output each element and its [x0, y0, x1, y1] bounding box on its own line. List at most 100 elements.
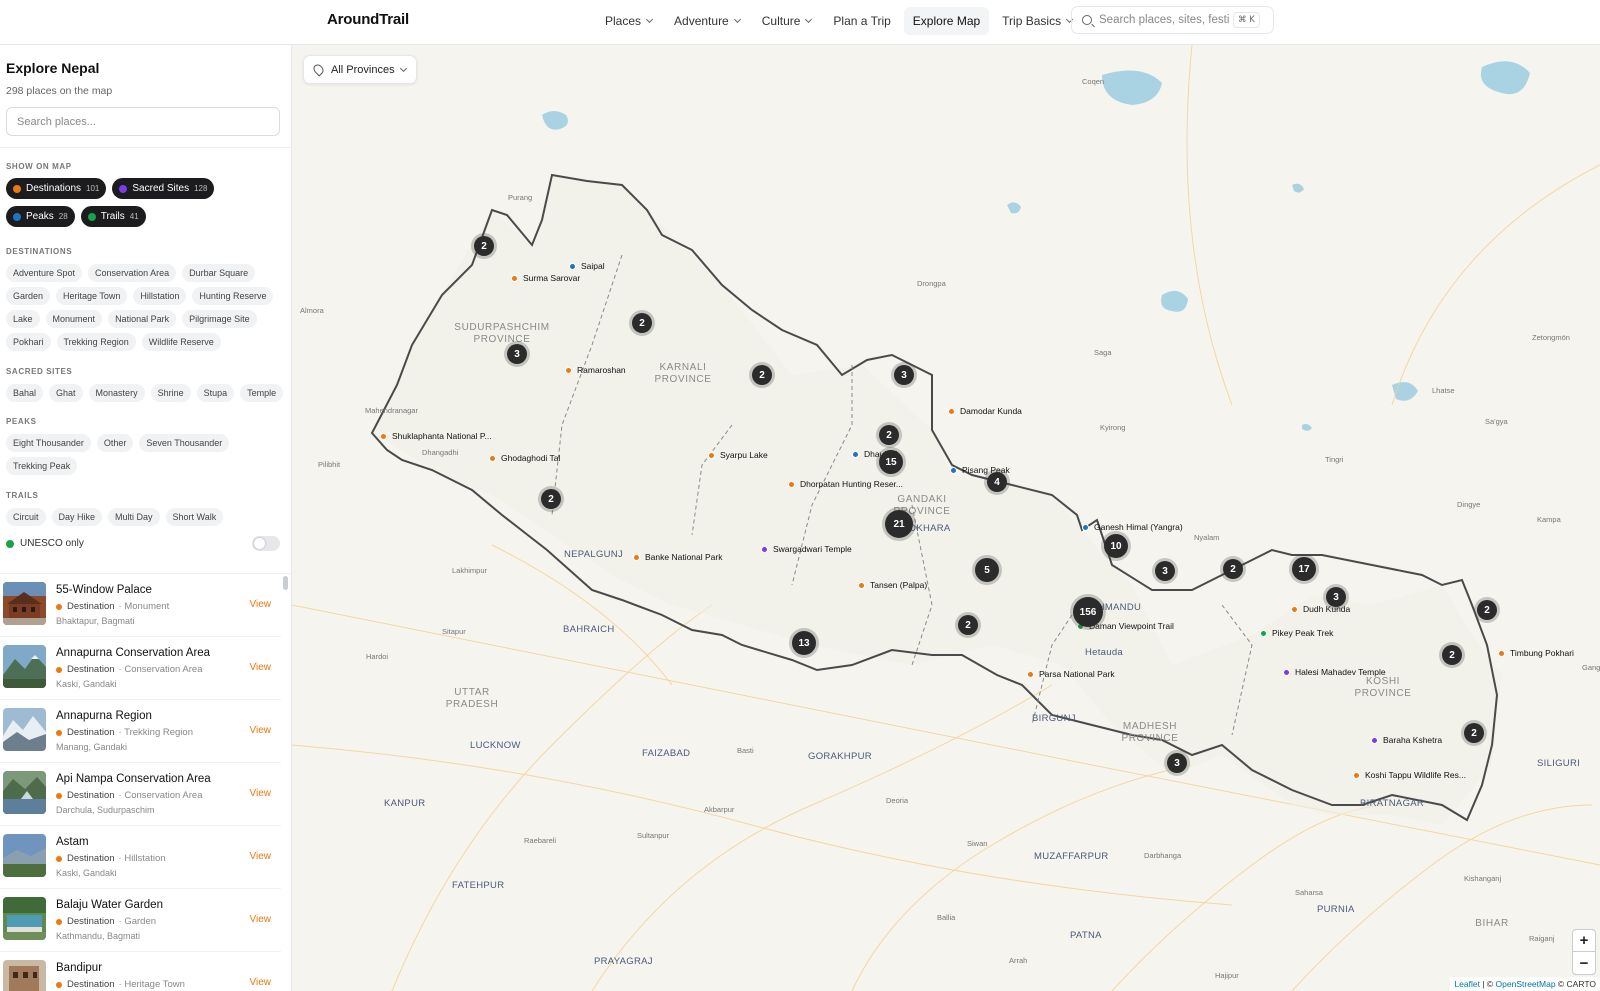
scrollbar-thumb[interactable] — [283, 576, 288, 590]
filter-chip[interactable]: Conservation Area — [88, 264, 177, 282]
map-cluster-marker[interactable]: 2 — [752, 365, 772, 385]
map-cluster-marker[interactable]: 13 — [792, 631, 816, 655]
layer-sacred-sites[interactable]: Sacred Sites 128 — [112, 178, 215, 199]
brand-logo[interactable]: AroundTrail — [327, 11, 409, 28]
layer-destinations[interactable]: Destinations 101 — [6, 178, 107, 199]
filter-chip[interactable]: Eight Thousander — [6, 434, 91, 452]
map-poi-marker[interactable]: Dudh Kunda — [1291, 604, 1350, 614]
filter-chip[interactable]: Hillstation — [133, 287, 187, 305]
map-poi-marker[interactable]: Koshi Tappu Wildlife Res... — [1353, 770, 1466, 780]
province-select[interactable]: All Provinces — [303, 55, 417, 84]
map-cluster-marker[interactable]: 21 — [885, 510, 913, 538]
list-item[interactable]: Annapurna Region Destination · Trekking R… — [0, 700, 281, 763]
map-poi-marker[interactable]: Syarpu Lake — [708, 450, 768, 460]
nav-trip-basics[interactable]: Trip Basics — [993, 7, 1081, 35]
filter-chip[interactable]: Wildlife Reserve — [141, 333, 221, 351]
unesco-toggle[interactable] — [252, 536, 280, 551]
list-item[interactable]: 55-Window Palace Destination · Monument B… — [0, 574, 281, 637]
view-link[interactable]: View — [250, 851, 272, 862]
map-cluster-marker[interactable]: 3 — [894, 365, 914, 385]
view-link[interactable]: View — [250, 662, 272, 673]
filter-chip[interactable]: Heritage Town — [56, 287, 128, 305]
map-poi-marker[interactable]: Saipal — [569, 261, 605, 271]
map-cluster-marker[interactable]: 3 — [507, 344, 527, 364]
map-cluster-marker[interactable]: 5 — [975, 558, 999, 582]
map-poi-marker[interactable]: Tansen (Palpa) — [858, 580, 927, 590]
filter-chip[interactable]: Multi Day — [108, 508, 160, 526]
map-cluster-marker[interactable]: 17 — [1292, 557, 1316, 581]
map-poi-marker[interactable]: Dhorpatan Hunting Reser... — [788, 479, 903, 489]
map-poi-marker[interactable]: Parsa National Park — [1027, 669, 1115, 679]
filter-chip[interactable]: Monument — [45, 310, 103, 328]
map-cluster-marker[interactable]: 4 — [987, 472, 1007, 492]
map-cluster-marker[interactable]: 3 — [1155, 561, 1175, 581]
places-search-input[interactable] — [6, 107, 280, 136]
map-poi-marker[interactable]: Pikey Peak Trek — [1260, 628, 1333, 638]
filter-chip[interactable]: Trekking Region — [56, 333, 136, 351]
map-poi-marker[interactable]: Swargadwari Temple — [761, 544, 852, 554]
filter-chip[interactable]: Shrine — [150, 384, 191, 402]
list-item[interactable]: Api Nampa Conservation Area Destination ·… — [0, 763, 281, 826]
zoom-out-button[interactable]: − — [1573, 952, 1595, 974]
nav-explore-map[interactable]: Explore Map — [903, 7, 990, 35]
map-cluster-marker[interactable]: 2 — [632, 313, 652, 333]
view-link[interactable]: View — [250, 977, 272, 988]
layer-trails[interactable]: Trails 41 — [80, 206, 146, 227]
map-poi-marker[interactable]: Shuklaphanta National P... — [380, 431, 492, 441]
map-poi-marker[interactable]: Ghodaghodi Tal — [489, 453, 560, 463]
filter-chip[interactable]: Durbar Square — [182, 264, 256, 282]
nav-places[interactable]: Places — [596, 7, 661, 35]
layer-peaks[interactable]: Peaks 28 — [6, 206, 75, 227]
nav-culture[interactable]: Culture — [753, 7, 821, 35]
leaflet-link[interactable]: Leaflet — [1454, 979, 1480, 989]
map-cluster-marker[interactable]: 2 — [879, 425, 899, 445]
filter-chip[interactable]: Other — [96, 434, 134, 452]
filter-chip[interactable]: Short Walk — [165, 508, 224, 526]
filter-chip[interactable]: Garden — [6, 287, 51, 305]
map-cluster-marker[interactable]: 3 — [1167, 753, 1187, 773]
map-poi-marker[interactable]: Ramaroshan — [565, 365, 626, 375]
filter-chip[interactable]: National Park — [108, 310, 177, 328]
filter-chip[interactable]: Hunting Reserve — [192, 287, 274, 305]
map-poi-marker[interactable]: Baraha Kshetra — [1371, 735, 1442, 745]
filter-chip[interactable]: Monastery — [88, 384, 145, 402]
list-item[interactable]: Balaju Water Garden Destination · Garden … — [0, 889, 281, 952]
filter-chip[interactable]: Seven Thousander — [139, 434, 230, 452]
map-poi-marker[interactable]: Timbung Pokhari — [1498, 648, 1574, 658]
map-canvas[interactable]: All Provinces Purang Coqen Drongpa Saga … — [292, 45, 1600, 991]
filter-chip[interactable]: Bahal — [6, 384, 44, 402]
zoom-in-button[interactable]: + — [1573, 930, 1595, 952]
map-poi-marker[interactable]: Banke National Park — [633, 552, 723, 562]
map-cluster-marker[interactable]: 15 — [879, 450, 903, 474]
filter-chip[interactable]: Stupa — [196, 384, 235, 402]
map-cluster-marker[interactable]: 2 — [1442, 645, 1462, 665]
filter-chip[interactable]: Temple — [240, 384, 284, 402]
map-cluster-marker[interactable]: 2 — [1223, 559, 1243, 579]
filter-chip[interactable]: Day Hike — [51, 508, 103, 526]
view-link[interactable]: View — [250, 599, 272, 610]
map-poi-marker[interactable]: Damodar Kunda — [948, 406, 1022, 416]
map-poi-marker[interactable]: Halesi Mahadev Temple — [1283, 667, 1386, 677]
filter-chip[interactable]: Ghat — [49, 384, 83, 402]
osm-link[interactable]: OpenStreetMap — [1496, 979, 1556, 989]
filter-chip[interactable]: Trekking Peak — [6, 457, 78, 475]
view-link[interactable]: View — [250, 788, 272, 799]
map-cluster-marker[interactable]: 2 — [474, 236, 494, 256]
global-search[interactable]: ⌘ K — [1071, 6, 1274, 34]
list-item[interactable]: Bandipur Destination · Heritage Town View — [0, 952, 281, 991]
map-cluster-marker[interactable]: 10 — [1104, 534, 1128, 558]
map-cluster-marker[interactable]: 3 — [1326, 587, 1346, 607]
filter-chip[interactable]: Circuit — [6, 508, 46, 526]
nav-plan-a-trip[interactable]: Plan a Trip — [824, 7, 899, 35]
list-item[interactable]: Annapurna Conservation Area Destination ·… — [0, 637, 281, 700]
filter-chip[interactable]: Pokhari — [6, 333, 51, 351]
nav-adventure[interactable]: Adventure — [665, 7, 749, 35]
map-cluster-marker[interactable]: 2 — [958, 615, 978, 635]
map-poi-marker[interactable]: Ganesh Himal (Yangra) — [1082, 522, 1183, 532]
view-link[interactable]: View — [250, 725, 272, 736]
map-cluster-marker[interactable]: 2 — [1477, 600, 1497, 620]
global-search-input[interactable] — [1099, 14, 1229, 26]
map-cluster-marker[interactable]: 156 — [1073, 597, 1103, 627]
list-scrollbar[interactable] — [282, 574, 290, 946]
map-cluster-marker[interactable]: 2 — [1464, 723, 1484, 743]
